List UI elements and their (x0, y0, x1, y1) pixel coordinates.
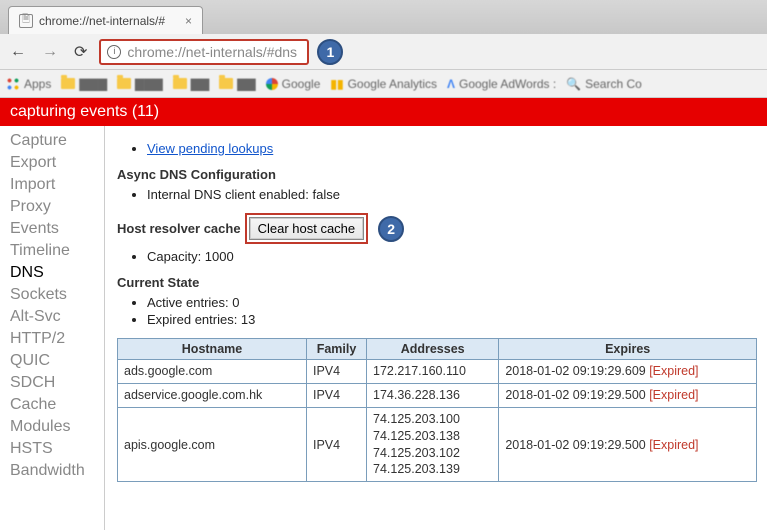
sidebar-item-modules[interactable]: Modules (0, 416, 104, 438)
cell-hostname: ads.google.com (118, 360, 307, 384)
bookmark-analytics[interactable]: ▮▮ Google Analytics (330, 77, 437, 91)
bookmark-label: Search Co (585, 77, 642, 91)
bookmark-label: Google (282, 77, 321, 91)
back-button[interactable]: ← (6, 41, 30, 63)
current-state-heading: Current State (117, 275, 759, 290)
bookmark-google[interactable]: Google (266, 77, 321, 91)
cell-addresses: 174.36.228.136 (367, 383, 499, 407)
sidebar-item-events[interactable]: Events (0, 218, 104, 240)
browser-toolbar: ← → ⟳ i chrome://net-internals/#dns 1 (0, 34, 767, 70)
cell-family: IPV4 (307, 360, 367, 384)
host-cache-label: Host resolver cache (117, 221, 241, 236)
sidebar-item-export[interactable]: Export (0, 152, 104, 174)
address-bar[interactable]: i chrome://net-internals/#dns (99, 39, 309, 65)
expired-entries: Expired entries: 13 (147, 311, 759, 328)
annotation-callout-1: 1 (317, 39, 343, 65)
col-hostname: Hostname (118, 339, 307, 360)
table-row: apis.google.comIPV474.125.203.10074.125.… (118, 407, 757, 482)
google-icon (266, 78, 278, 90)
cell-family: IPV4 (307, 383, 367, 407)
folder-icon (173, 78, 187, 89)
bookmark-label: ▇▇▇ (135, 77, 163, 91)
cell-expires: 2018-01-02 09:19:29.500 [Expired] (499, 407, 757, 482)
sidebar-item-dns[interactable]: DNS (0, 262, 104, 284)
table-row: adservice.google.com.hkIPV4174.36.228.13… (118, 383, 757, 407)
bookmark-adwords[interactable]: Λ Google AdWords : (447, 77, 556, 91)
sidebar-item-bandwidth[interactable]: Bandwidth (0, 460, 104, 482)
search-icon: 🔍 (566, 77, 581, 91)
clear-host-cache-button[interactable]: Clear host cache (249, 217, 365, 240)
bookmark-label: ▇▇▇ (79, 77, 107, 91)
col-expires: Expires (499, 339, 757, 360)
sidebar-item-hsts[interactable]: HSTS (0, 438, 104, 460)
sidebar-item-timeline[interactable]: Timeline (0, 240, 104, 262)
cell-addresses: 74.125.203.10074.125.203.13874.125.203.1… (367, 407, 499, 482)
analytics-icon: ▮▮ (330, 77, 343, 91)
page-icon: 🗎 (19, 14, 33, 28)
cell-hostname: apis.google.com (118, 407, 307, 482)
bookmark-label: ▇▇ (237, 77, 255, 91)
reload-button[interactable]: ⟳ (70, 40, 91, 64)
bookmark-folder[interactable]: ▇▇▇ (61, 77, 107, 91)
tab-strip: 🗎 chrome://net-internals/# × (0, 0, 767, 34)
cell-family: IPV4 (307, 407, 367, 482)
sidebar: CaptureExportImportProxyEventsTimelineDN… (0, 126, 105, 530)
folder-icon (117, 78, 131, 89)
cell-addresses: 172.217.160.110 (367, 360, 499, 384)
dns-table: Hostname Family Addresses Expires ads.go… (117, 338, 757, 482)
view-pending-link[interactable]: View pending lookups (147, 141, 273, 156)
active-entries: Active entries: 0 (147, 294, 759, 311)
cell-hostname: adservice.google.com.hk (118, 383, 307, 407)
cell-expires: 2018-01-02 09:19:29.609 [Expired] (499, 360, 757, 384)
bookmark-search[interactable]: 🔍 Search Co (566, 77, 642, 91)
host-cache-row: Host resolver cache Clear host cache 2 (117, 213, 759, 244)
sidebar-item-sockets[interactable]: Sockets (0, 284, 104, 306)
sidebar-item-quic[interactable]: QUIC (0, 350, 104, 372)
browser-tab[interactable]: 🗎 chrome://net-internals/# × (8, 6, 203, 34)
clear-cache-highlight: Clear host cache (245, 213, 369, 244)
apps-icon (6, 77, 20, 91)
content-pane: View pending lookups Async DNS Configura… (105, 126, 767, 530)
sidebar-item-capture[interactable]: Capture (0, 130, 104, 152)
folder-icon (219, 78, 233, 89)
internal-dns-value: Internal DNS client enabled: false (147, 186, 759, 203)
expired-tag: [Expired] (649, 438, 698, 452)
adwords-icon: Λ (447, 77, 455, 91)
site-info-icon[interactable]: i (107, 45, 121, 59)
expired-tag: [Expired] (649, 388, 698, 402)
sidebar-item-sdch[interactable]: SDCH (0, 372, 104, 394)
bookmark-label: ▇▇ (191, 77, 209, 91)
async-dns-heading: Async DNS Configuration (117, 167, 759, 182)
apps-label: Apps (24, 77, 51, 91)
col-family: Family (307, 339, 367, 360)
sidebar-item-http-2[interactable]: HTTP/2 (0, 328, 104, 350)
apps-shortcut[interactable]: Apps (6, 77, 51, 91)
bookmark-label: Google AdWords : (459, 77, 556, 91)
main-area: CaptureExportImportProxyEventsTimelineDN… (0, 126, 767, 530)
bookmark-folder[interactable]: ▇▇ (219, 77, 255, 91)
col-addresses: Addresses (367, 339, 499, 360)
sidebar-item-cache[interactable]: Cache (0, 394, 104, 416)
bookmark-folder[interactable]: ▇▇ (173, 77, 209, 91)
close-icon[interactable]: × (185, 14, 192, 28)
table-row: ads.google.comIPV4172.217.160.1102018-01… (118, 360, 757, 384)
forward-button[interactable]: → (38, 41, 62, 63)
expired-tag: [Expired] (649, 364, 698, 378)
sidebar-item-import[interactable]: Import (0, 174, 104, 196)
annotation-callout-2: 2 (378, 216, 404, 242)
cell-expires: 2018-01-02 09:19:29.500 [Expired] (499, 383, 757, 407)
tab-title: chrome://net-internals/# (39, 14, 179, 28)
folder-icon (61, 78, 75, 89)
sidebar-item-proxy[interactable]: Proxy (0, 196, 104, 218)
sidebar-item-alt-svc[interactable]: Alt-Svc (0, 306, 104, 328)
capacity-value: Capacity: 1000 (147, 248, 759, 265)
url-text: chrome://net-internals/#dns (127, 44, 297, 60)
capturing-banner: capturing events (11) (0, 98, 767, 126)
bookmarks-bar: Apps ▇▇▇ ▇▇▇ ▇▇ ▇▇ Google ▮▮ Google Analy… (0, 70, 767, 98)
bookmark-label: Google Analytics (348, 77, 437, 91)
bookmark-folder[interactable]: ▇▇▇ (117, 77, 163, 91)
